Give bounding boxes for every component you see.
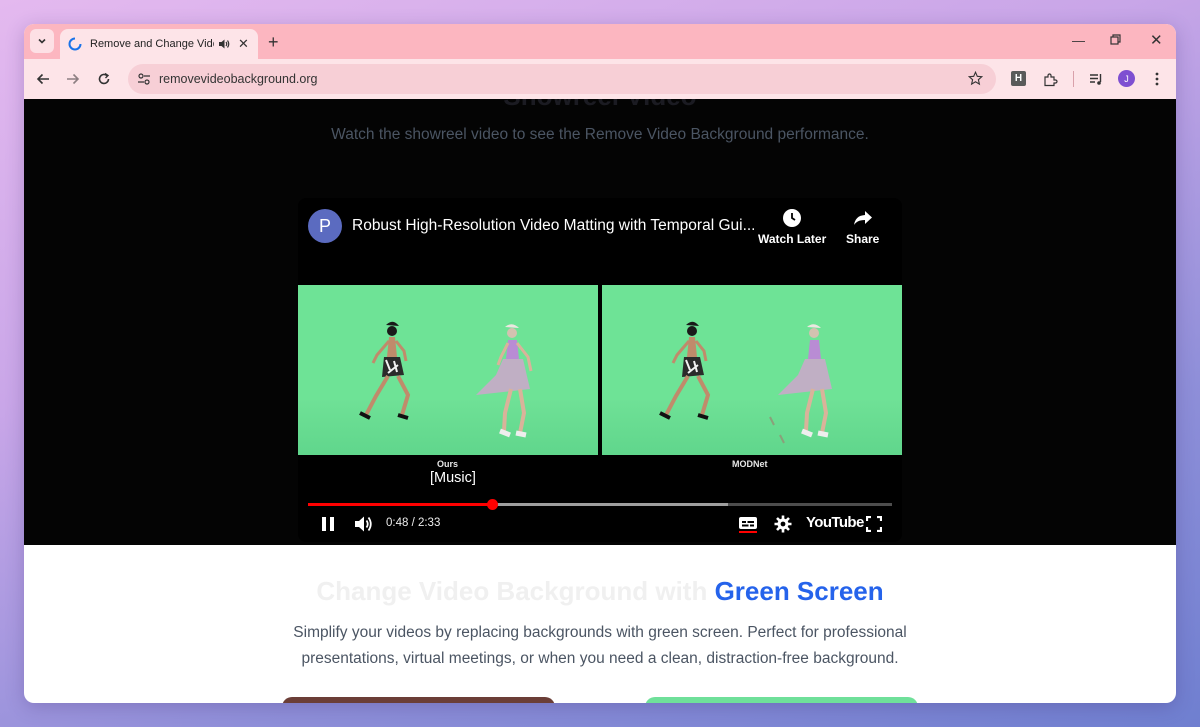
video-frame-ours bbox=[298, 285, 598, 455]
pause-icon[interactable] bbox=[318, 514, 338, 534]
volume-icon[interactable] bbox=[353, 514, 375, 534]
watch-later-button[interactable]: Watch Later bbox=[758, 208, 826, 246]
back-arrow-icon[interactable] bbox=[33, 69, 53, 89]
loading-favicon-icon bbox=[68, 37, 82, 51]
active-tab[interactable]: Remove and Change Video Background ✕ bbox=[60, 29, 258, 59]
tab-strip: Remove and Change Video Background ✕ + —… bbox=[24, 24, 1176, 59]
share-arrow-icon bbox=[853, 211, 872, 225]
new-tab-button[interactable]: + bbox=[268, 32, 279, 53]
audio-playing-icon[interactable] bbox=[218, 38, 230, 50]
close-window-icon[interactable]: ✕ bbox=[1150, 31, 1163, 49]
closed-caption-text: [Music] bbox=[430, 470, 476, 486]
example-card-right bbox=[645, 697, 918, 703]
video-frame-modnet bbox=[602, 285, 902, 455]
site-settings-icon[interactable] bbox=[137, 72, 151, 86]
browser-window: Remove and Change Video Background ✕ + —… bbox=[24, 24, 1176, 703]
fullscreen-icon[interactable] bbox=[864, 514, 884, 534]
label-ours: Ours bbox=[437, 459, 459, 469]
profile-avatar[interactable]: J bbox=[1118, 70, 1135, 87]
minimize-icon[interactable]: — bbox=[1072, 33, 1085, 48]
restore-icon[interactable] bbox=[1110, 33, 1121, 48]
forward-arrow-icon[interactable] bbox=[63, 69, 83, 89]
browser-toolbar: removevideobackground.org H J bbox=[24, 59, 1176, 99]
tab-close-icon[interactable]: ✕ bbox=[238, 36, 249, 52]
extensions-puzzle-icon[interactable] bbox=[1040, 69, 1060, 89]
time-display: 0:48 / 2:33 bbox=[386, 517, 441, 529]
channel-avatar[interactable]: P bbox=[308, 209, 342, 243]
tab-search-button[interactable] bbox=[30, 29, 54, 53]
heading-accent: Green Screen bbox=[714, 576, 884, 606]
green-screen-heading: Change Video Background with Green Scree… bbox=[24, 576, 1176, 607]
watch-later-label: Watch Later bbox=[758, 232, 827, 246]
youtube-logo[interactable]: YouTube bbox=[806, 514, 864, 531]
showreel-section: Showreel Video Watch the showreel video … bbox=[24, 99, 1176, 545]
youtube-player[interactable]: P Robust High-Resolution Video Matting w… bbox=[298, 198, 902, 542]
progress-played bbox=[308, 503, 493, 506]
extension-h-icon[interactable]: H bbox=[1011, 71, 1026, 86]
dancers-illustration-modnet bbox=[659, 321, 832, 444]
share-label: Share bbox=[846, 232, 880, 246]
subtitles-icon[interactable] bbox=[738, 514, 758, 534]
toolbar-divider bbox=[1073, 71, 1074, 87]
media-controls-icon[interactable] bbox=[1086, 69, 1106, 89]
showreel-heading-cut: Showreel Video bbox=[24, 99, 1176, 112]
green-screen-description: Simplify your videos by replacing backgr… bbox=[293, 624, 907, 667]
video-title[interactable]: Robust High-Resolution Video Matting wit… bbox=[352, 217, 756, 235]
dancers-illustration bbox=[359, 321, 533, 438]
url-text[interactable]: removevideobackground.org bbox=[159, 72, 317, 86]
bookmark-star-icon[interactable] bbox=[968, 71, 983, 86]
settings-gear-icon[interactable] bbox=[773, 514, 793, 534]
share-button[interactable]: Share bbox=[846, 208, 879, 246]
showreel-subtitle: Watch the showreel video to see the Remo… bbox=[331, 126, 869, 143]
tab-title: Remove and Change Video Background bbox=[90, 38, 214, 50]
chevron-down-icon bbox=[38, 38, 46, 44]
heading-prefix: Change Video Background with bbox=[316, 576, 715, 606]
clock-icon bbox=[783, 209, 802, 227]
example-card-left bbox=[282, 697, 555, 703]
progress-scrubber[interactable] bbox=[487, 499, 499, 510]
address-bar[interactable]: removevideobackground.org bbox=[128, 64, 996, 94]
label-modnet: MODNet bbox=[732, 459, 768, 469]
reload-icon[interactable] bbox=[94, 69, 114, 89]
more-menu-icon[interactable] bbox=[1147, 69, 1167, 89]
